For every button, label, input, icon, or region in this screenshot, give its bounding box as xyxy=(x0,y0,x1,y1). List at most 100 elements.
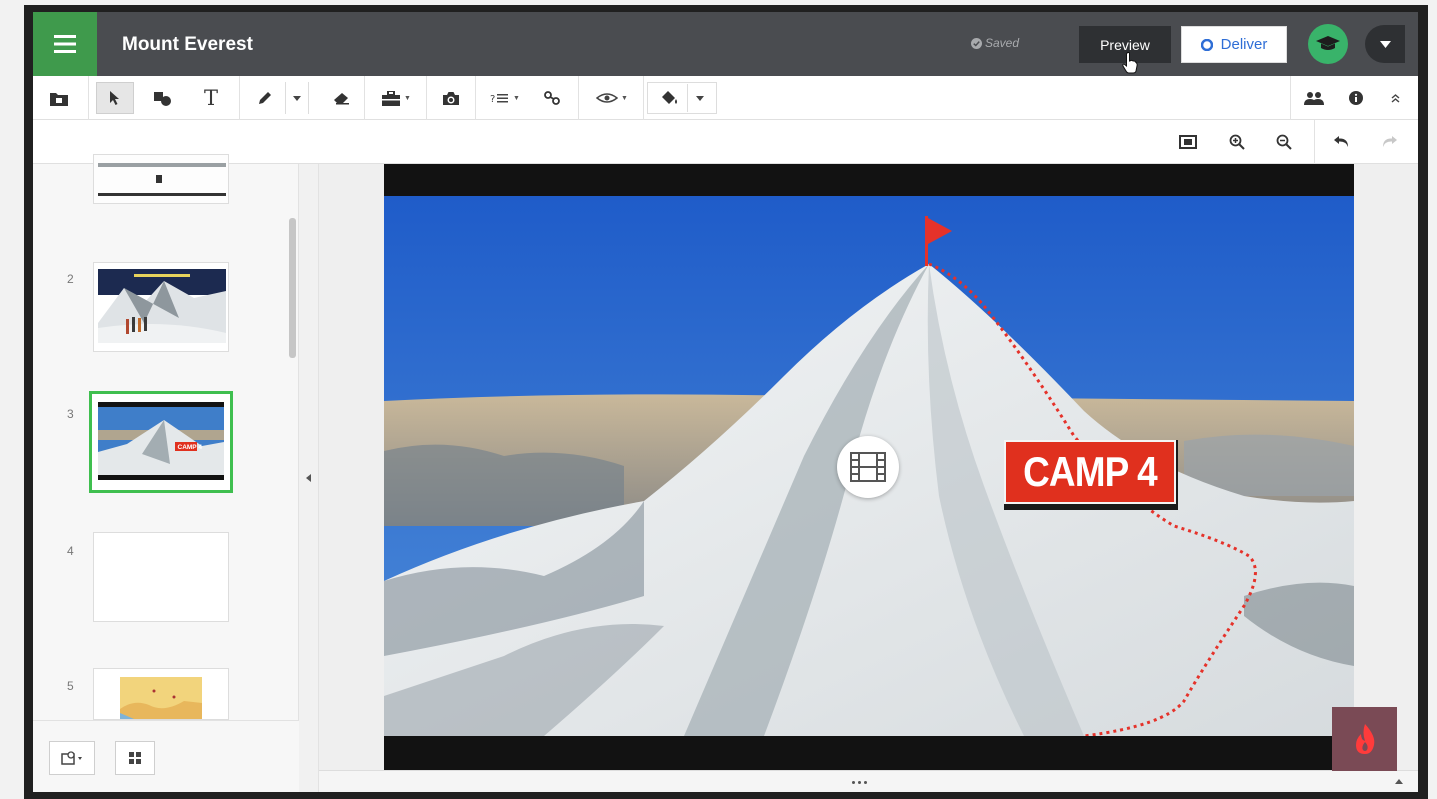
fit-screen-button[interactable] xyxy=(1172,126,1204,158)
fill-color-button[interactable] xyxy=(647,82,717,114)
slide-thumbnail-image xyxy=(94,263,228,351)
account-dropdown-button[interactable] xyxy=(1365,25,1405,63)
toolbar-divider xyxy=(578,76,579,120)
text-tool-button[interactable]: T xyxy=(194,82,228,114)
slide-thumbnail-image xyxy=(94,155,228,203)
sidebar-footer xyxy=(33,720,299,792)
question-list-button[interactable]: ? ▼ xyxy=(485,82,525,114)
toolbar-divider xyxy=(88,76,89,120)
collapse-toolbar-button[interactable] xyxy=(1381,82,1409,114)
toolbar-divider xyxy=(364,76,365,120)
redo-button[interactable] xyxy=(1373,126,1405,158)
slide-sidebar: 2 3 CAMP 4 4 5 xyxy=(33,154,299,792)
collaborators-button[interactable] xyxy=(1297,82,1331,114)
toolbar-divider xyxy=(1290,76,1291,120)
redo-icon xyxy=(1383,136,1397,147)
deliver-label: Deliver xyxy=(1220,36,1268,53)
fit-screen-icon xyxy=(1179,135,1197,149)
camera-button[interactable] xyxy=(435,82,467,114)
slide-thumbnail-selected[interactable]: CAMP 4 xyxy=(89,391,233,493)
slide-thumbnail-image: CAMP 4 xyxy=(92,394,230,490)
toolbar-divider xyxy=(643,76,644,120)
slide-thumbnail[interactable] xyxy=(93,262,229,352)
view-toolbar xyxy=(33,120,1418,164)
zoom-out-icon xyxy=(1276,134,1292,150)
caret-down-icon: ▼ xyxy=(404,94,411,102)
eye-transition-icon xyxy=(596,93,619,103)
shapes-tool-button[interactable] xyxy=(146,82,180,114)
chevron-down-icon xyxy=(1379,40,1391,48)
sidebar-collapse-handle[interactable] xyxy=(299,164,319,792)
presentation-title[interactable]: Mount Everest xyxy=(122,12,253,76)
editor-app: Mount Everest Saved Preview Deliver T ▼ … xyxy=(33,12,1418,792)
caret-down-icon: ▼ xyxy=(513,94,520,102)
info-button[interactable] xyxy=(1339,82,1373,114)
double-chevron-up-icon xyxy=(1391,94,1399,103)
transition-button[interactable]: ▼ xyxy=(589,82,635,114)
caret-down-icon: ▼ xyxy=(621,94,628,102)
pen-options-dropdown[interactable] xyxy=(285,82,309,114)
pen-icon xyxy=(259,92,271,104)
zoom-out-button[interactable] xyxy=(1268,126,1300,158)
caret-down-icon xyxy=(293,95,301,101)
sidebar-scrollbar[interactable] xyxy=(289,218,296,358)
main-toolbar: T ▼ ? ▼ ▼ xyxy=(33,76,1418,120)
grid-view-button[interactable] xyxy=(115,741,155,775)
app-header: Mount Everest Saved Preview Deliver xyxy=(33,12,1418,76)
link-button[interactable] xyxy=(536,82,568,114)
brand-logo-badge xyxy=(1332,707,1397,771)
svg-text:CAMP 4: CAMP 4 xyxy=(178,444,203,451)
dot-icon xyxy=(857,780,861,784)
hamburger-menu-button[interactable] xyxy=(33,12,97,76)
toolbar-divider xyxy=(426,76,427,120)
more-options-button[interactable] xyxy=(844,776,874,788)
slide-canvas[interactable]: CAMP 4 xyxy=(384,164,1354,770)
toolbox-icon xyxy=(382,90,401,106)
camera-icon xyxy=(443,91,459,105)
pen-tool-button[interactable] xyxy=(248,82,282,114)
saved-label: Saved xyxy=(985,36,1020,50)
grid-icon xyxy=(129,752,141,764)
link-icon xyxy=(544,91,560,105)
preview-label: Preview xyxy=(1100,36,1150,53)
flame-logo-icon xyxy=(1355,724,1374,754)
dot-icon xyxy=(851,780,855,784)
eraser-icon xyxy=(333,92,349,104)
slide-thumbnail[interactable] xyxy=(93,154,229,204)
caret-down-icon xyxy=(695,95,704,101)
camp-label-text: CAMP 4 xyxy=(1023,448,1158,495)
folder-button[interactable] xyxy=(43,82,75,114)
eraser-tool-button[interactable] xyxy=(326,82,356,114)
deliver-dot-icon xyxy=(1200,38,1213,51)
cursor-arrow-icon xyxy=(110,91,119,105)
zoom-in-icon xyxy=(1229,134,1245,150)
text-t-icon: T xyxy=(203,86,218,110)
toolbar-divider xyxy=(1314,120,1315,164)
graduation-cap-icon xyxy=(1316,36,1340,50)
hamburger-icon xyxy=(54,35,76,53)
slide-thumbnail[interactable] xyxy=(93,668,229,720)
toolbar-divider xyxy=(475,76,476,120)
toolbar-divider xyxy=(239,76,240,120)
slide-thumbnail[interactable] xyxy=(93,532,229,622)
camp-label[interactable]: CAMP 4 xyxy=(1004,440,1178,510)
split-divider xyxy=(686,84,688,112)
add-slide-button[interactable] xyxy=(49,741,95,775)
zoom-in-button[interactable] xyxy=(1221,126,1253,158)
video-placeholder-button[interactable] xyxy=(837,436,899,498)
caret-left-icon xyxy=(306,474,311,482)
canvas-bottom-bar xyxy=(319,770,1418,792)
shapes-icon xyxy=(154,91,171,106)
svg-text:?: ? xyxy=(490,94,495,104)
slide-thumbnail-image xyxy=(94,669,228,719)
undo-button[interactable] xyxy=(1326,126,1358,158)
media-tool-button[interactable]: ▼ xyxy=(374,82,418,114)
check-circle-icon xyxy=(971,37,982,49)
info-icon xyxy=(1349,91,1363,105)
save-status: Saved xyxy=(971,36,1019,50)
deliver-button[interactable]: Deliver xyxy=(1181,26,1287,63)
user-avatar[interactable] xyxy=(1308,24,1348,64)
slide-number: 3 xyxy=(67,407,74,421)
users-icon xyxy=(1304,92,1324,105)
select-tool-button[interactable] xyxy=(96,82,134,114)
